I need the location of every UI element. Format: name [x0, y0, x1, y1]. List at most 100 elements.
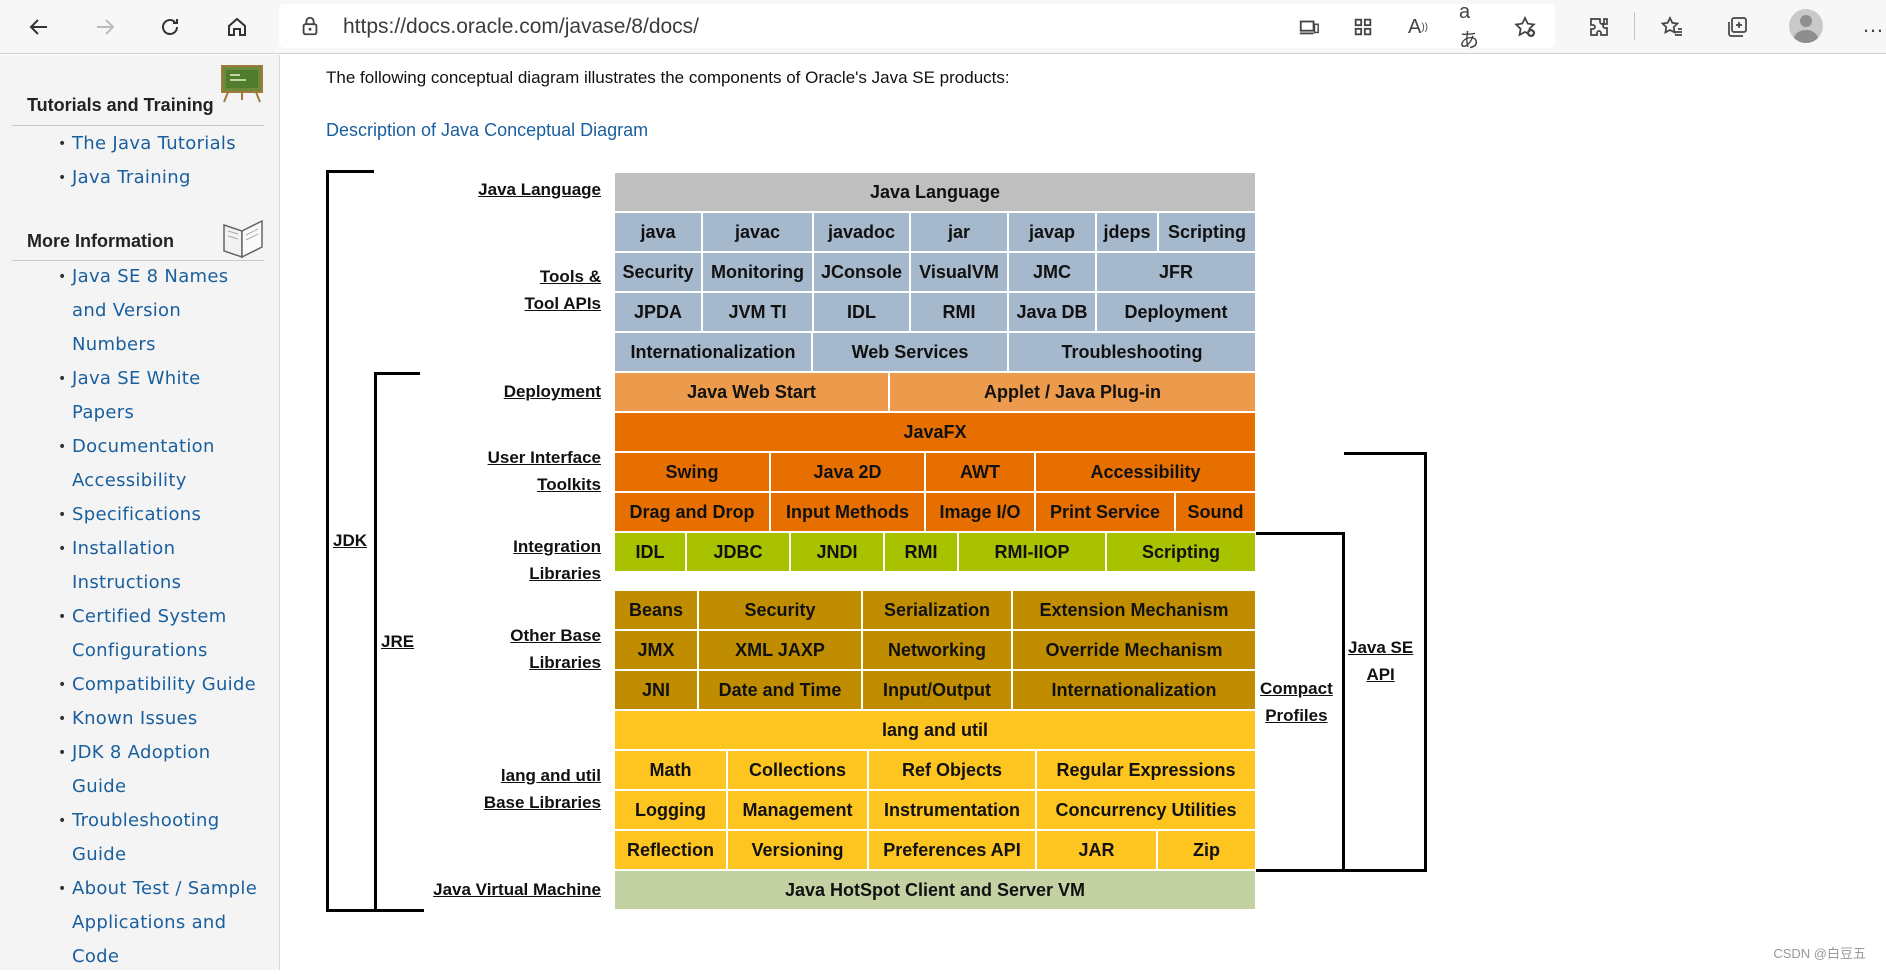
forward-button[interactable] [87, 9, 123, 45]
more-info-link-item[interactable]: JDK 8 Adoption Guide [58, 736, 268, 804]
tutorials-link[interactable]: Java Training [72, 167, 191, 188]
more-info-link[interactable]: and Version [72, 300, 181, 321]
diagram-cell-integration[interactable]: RMI-IIOP [958, 532, 1106, 572]
diagram-cell-ui[interactable]: Sound [1175, 492, 1256, 532]
more-info-link-item[interactable]: Documentation Accessibility [58, 430, 268, 498]
diagram-cell-lang[interactable]: Preferences API [868, 830, 1036, 870]
diagram-cell-lang[interactable]: Logging [614, 790, 727, 830]
diagram-cell-integration[interactable]: JNDI [790, 532, 884, 572]
diagram-cell-other[interactable]: Networking [862, 630, 1012, 670]
diagram-cell-tools[interactable]: javac [702, 212, 813, 252]
extensions-icon[interactable] [1582, 10, 1616, 44]
more-info-link[interactable]: Documentation [72, 436, 215, 457]
diagram-cell-integration[interactable]: JDBC [686, 532, 790, 572]
back-button[interactable] [21, 9, 57, 45]
diagram-cell-other[interactable]: Security [698, 590, 862, 630]
diagram-cell-tools[interactable]: JFR [1096, 252, 1256, 292]
diagram-cell-deployment[interactable]: Applet / Java Plug-in [889, 372, 1256, 412]
diagram-cell-other[interactable]: Input/Output [862, 670, 1012, 710]
diagram-cell-lang[interactable]: Ref Objects [868, 750, 1036, 790]
diagram-cell-tools[interactable]: Internationalization [614, 332, 812, 372]
diagram-cell-lang[interactable]: Concurrency Utilities [1036, 790, 1256, 830]
diagram-cell-integration[interactable]: RMI [884, 532, 958, 572]
read-aloud-icon[interactable]: A)) [1405, 14, 1431, 40]
lock-icon[interactable] [299, 15, 321, 37]
diagram-cell-tools[interactable]: javap [1008, 212, 1096, 252]
more-info-link-item[interactable]: Java SE White Papers [58, 362, 268, 430]
row-label-lang[interactable]: lang and util Base Libraries [484, 762, 601, 816]
address-bar[interactable]: https://docs.oracle.com/javase/8/docs/ A… [279, 1, 1555, 52]
diagram-cell-ui[interactable]: Accessibility [1035, 452, 1256, 492]
more-info-link-item[interactable]: Certified System Configurations [58, 600, 268, 668]
diagram-cell-tools[interactable]: jdeps [1096, 212, 1158, 252]
diagram-cell-tools[interactable]: java [614, 212, 702, 252]
row-label-deployment[interactable]: Deployment [504, 378, 601, 405]
diagram-cell-jvm[interactable]: Java HotSpot Client and Server VM [614, 870, 1256, 910]
diagram-cell-tools[interactable]: Java DB [1008, 292, 1096, 332]
diagram-cell-lang[interactable]: Regular Expressions [1036, 750, 1256, 790]
diagram-cell-tools[interactable]: Deployment [1096, 292, 1256, 332]
refresh-button[interactable] [152, 9, 188, 45]
more-info-link[interactable]: Code [72, 946, 119, 967]
collections-icon[interactable] [1720, 10, 1754, 44]
diagram-cell-tools[interactable]: RMI [910, 292, 1008, 332]
diagram-cell-tools[interactable]: Monitoring [702, 252, 813, 292]
diagram-cell-tools[interactable]: JPDA [614, 292, 702, 332]
more-info-link[interactable]: Java SE 8 Names [72, 266, 228, 287]
diagram-cell-integration[interactable]: IDL [614, 532, 686, 572]
more-info-link-item[interactable]: Known Issues [58, 702, 268, 736]
profile-avatar[interactable] [1789, 9, 1823, 43]
more-info-link[interactable]: Certified System [72, 606, 227, 627]
row-label-jvm[interactable]: Java Virtual Machine [433, 876, 601, 903]
diagram-cell-ui[interactable]: AWT [925, 452, 1035, 492]
diagram-cell-lang[interactable]: Instrumentation [868, 790, 1036, 830]
diagram-cell-ui[interactable]: Print Service [1035, 492, 1175, 532]
diagram-cell-lang[interactable]: Zip [1157, 830, 1256, 870]
tutorials-link-item[interactable]: The Java Tutorials [58, 127, 268, 161]
diagram-cell-ui[interactable]: JavaFX [614, 412, 1256, 452]
more-info-link[interactable]: Specifications [72, 504, 201, 525]
add-favorite-icon[interactable] [1512, 14, 1538, 40]
row-label-integration[interactable]: Integration Libraries [513, 533, 601, 587]
jdk-label[interactable]: JDK [333, 527, 367, 554]
more-info-link-item[interactable]: Specifications [58, 498, 268, 532]
diagram-cell-tools[interactable]: jar [910, 212, 1008, 252]
diagram-cell-other[interactable]: Internationalization [1012, 670, 1256, 710]
diagram-cell-lang[interactable]: JAR [1036, 830, 1157, 870]
diagram-cell-integration[interactable]: Scripting [1106, 532, 1256, 572]
more-info-link[interactable]: Known Issues [72, 708, 198, 729]
row-label-language[interactable]: Java Language [478, 176, 601, 203]
diagram-cell-tools[interactable]: JConsole [813, 252, 910, 292]
tutorials-link-item[interactable]: Java Training [58, 161, 268, 195]
more-info-link[interactable]: Papers [72, 402, 134, 423]
diagram-cell-other[interactable]: Serialization [862, 590, 1012, 630]
diagram-cell-ui[interactable]: Input Methods [770, 492, 925, 532]
diagram-cell-ui[interactable]: Swing [614, 452, 770, 492]
more-info-link[interactable]: Applications and [72, 912, 226, 933]
row-label-other[interactable]: Other Base Libraries [510, 622, 601, 676]
diagram-cell-tools[interactable]: IDL [813, 292, 910, 332]
favorites-icon[interactable] [1655, 10, 1689, 44]
diagram-cell-tools[interactable]: Scripting [1158, 212, 1256, 252]
diagram-cell-tools[interactable]: Web Services [812, 332, 1008, 372]
description-link[interactable]: Description of Java Conceptual Diagram [326, 120, 648, 141]
compact-profiles-label[interactable]: Compact Profiles [1260, 675, 1333, 729]
more-info-link[interactable]: Installation [72, 538, 175, 559]
more-info-link[interactable]: Configurations [72, 640, 208, 661]
diagram-cell-lang[interactable]: Collections [727, 750, 868, 790]
more-info-link[interactable]: Instructions [72, 572, 181, 593]
more-info-link[interactable]: Guide [72, 844, 126, 865]
more-options-icon[interactable]: … [1862, 12, 1885, 38]
more-info-link[interactable]: Troubleshooting [72, 810, 219, 831]
more-info-link[interactable]: JDK 8 Adoption [72, 742, 210, 763]
diagram-cell-lang[interactable]: lang and util [614, 710, 1256, 750]
diagram-cell-tools[interactable]: JVM TI [702, 292, 813, 332]
apps-grid-icon[interactable] [1350, 14, 1376, 40]
more-info-link-item[interactable]: About Test / Sample Applications and Code [58, 872, 268, 974]
more-info-link[interactable]: About Test / Sample [72, 878, 257, 899]
more-info-link[interactable]: Guide [72, 776, 126, 797]
diagram-cell-lang[interactable]: Reflection [614, 830, 727, 870]
diagram-cell-tools[interactable]: Security [614, 252, 702, 292]
row-label-tools[interactable]: Tools & Tool APIs [525, 263, 602, 317]
more-info-link[interactable]: Compatibility Guide [72, 674, 256, 695]
